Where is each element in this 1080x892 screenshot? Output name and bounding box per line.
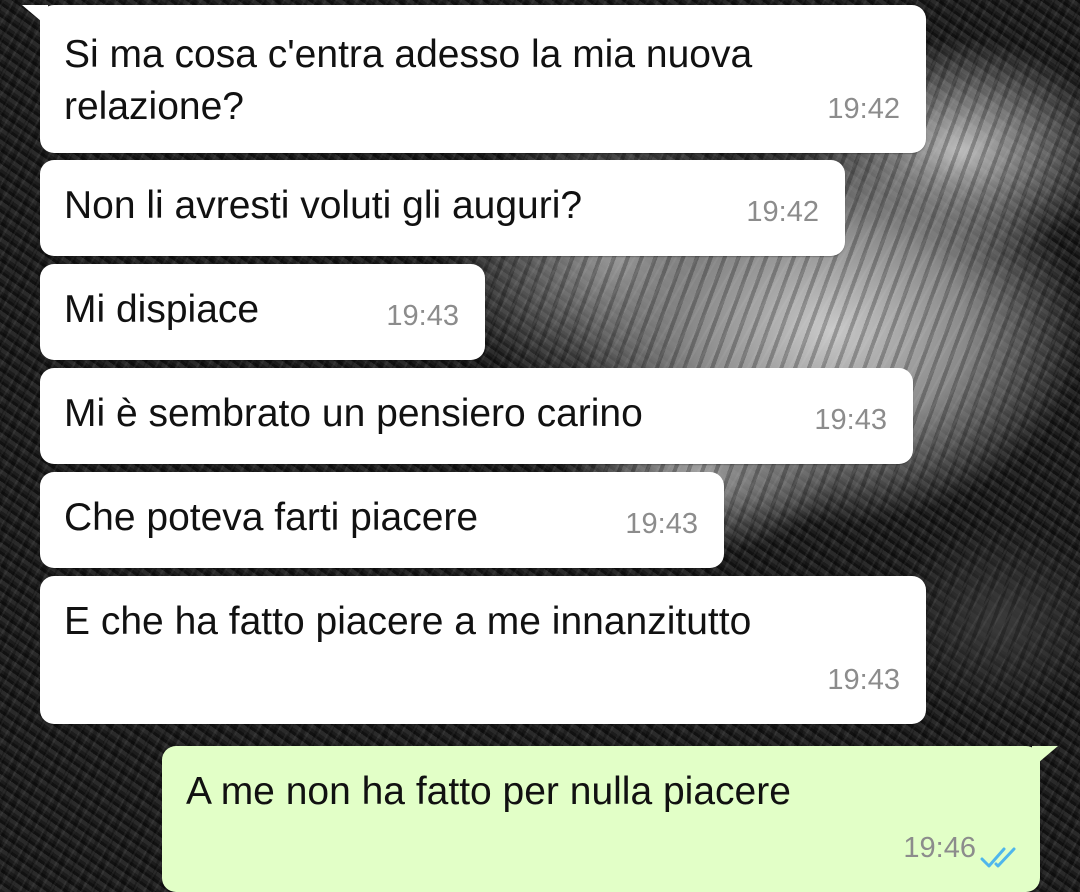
message-text: Si ma cosa c'entra adesso la mia nuova r… bbox=[64, 33, 753, 128]
message-timestamp: 19:43 bbox=[814, 404, 887, 436]
message-timestamp: 19:43 bbox=[827, 664, 900, 696]
message-text: E che ha fatto piacere a me innanzitutto bbox=[64, 600, 752, 643]
message-timestamp: 19:43 bbox=[625, 508, 698, 540]
message-bubble-incoming[interactable]: Che poteva farti piacere 19:43 bbox=[40, 472, 724, 568]
double-check-read-icon bbox=[980, 847, 1016, 868]
message-bubble-incoming[interactable]: Si ma cosa c'entra adesso la mia nuova r… bbox=[22, 5, 926, 153]
message-timestamp: 19:42 bbox=[746, 196, 819, 228]
message-timestamp: 19:46 bbox=[903, 832, 976, 864]
message-bubble-incoming[interactable]: E che ha fatto piacere a me innanzitutto… bbox=[40, 576, 926, 724]
message-text: Che poteva farti piacere bbox=[64, 496, 479, 539]
message-bubble-incoming[interactable]: Non li avresti voluti gli auguri? 19:42 bbox=[40, 160, 845, 256]
message-text: Non li avresti voluti gli auguri? bbox=[64, 184, 583, 227]
message-bubble-outgoing[interactable]: A me non ha fatto per nulla piacere 19:4… bbox=[162, 746, 1058, 892]
message-timestamp: 19:43 bbox=[386, 300, 459, 332]
message-text: A me non ha fatto per nulla piacere bbox=[186, 770, 791, 813]
message-timestamp: 19:42 bbox=[827, 93, 900, 125]
message-text: Mi è sembrato un pensiero carino bbox=[64, 392, 643, 435]
message-bubble-incoming[interactable]: Mi dispiace 19:43 bbox=[40, 264, 485, 360]
message-bubble-incoming[interactable]: Mi è sembrato un pensiero carino 19:43 bbox=[40, 368, 913, 464]
